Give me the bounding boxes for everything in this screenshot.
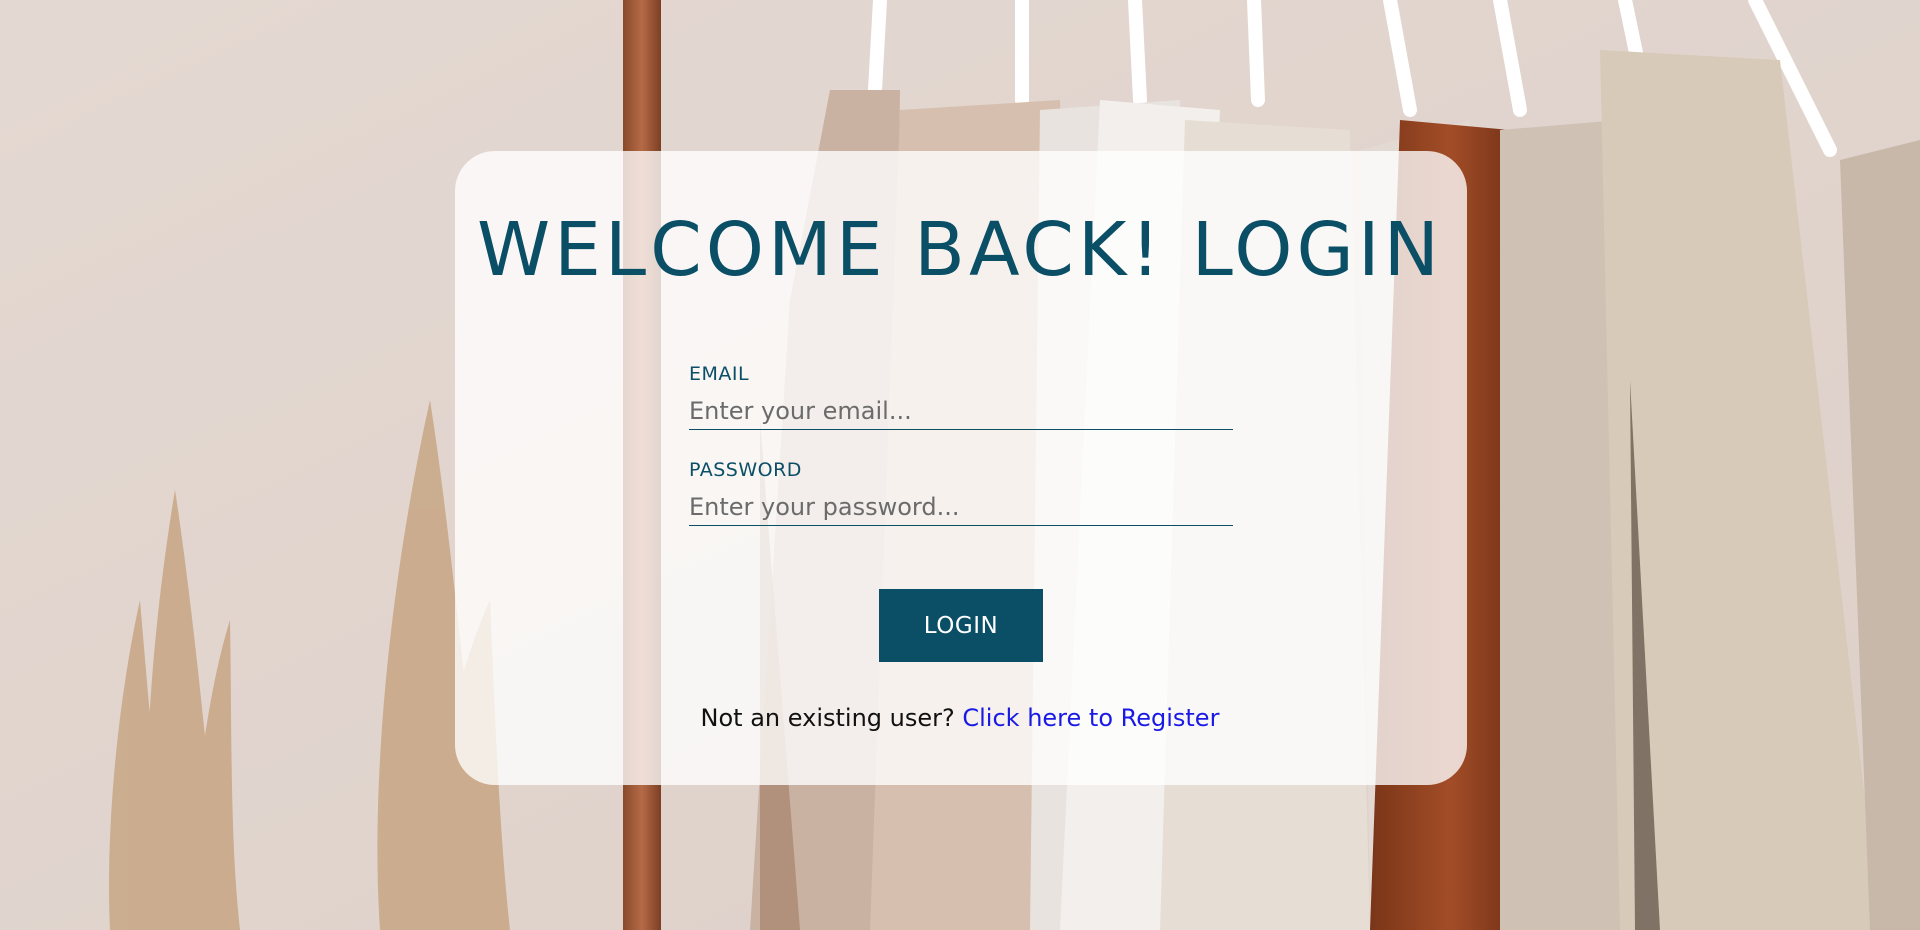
register-prompt: Not an existing user? Click here to Regi… xyxy=(0,701,1920,735)
register-prompt-text: Not an existing user? xyxy=(700,704,955,732)
login-button[interactable]: LOGIN xyxy=(879,589,1043,662)
email-label: EMAIL xyxy=(689,363,750,385)
password-field[interactable] xyxy=(689,492,1233,526)
page-title: WELCOME BACK! LOGIN xyxy=(476,207,1444,293)
email-field[interactable] xyxy=(689,396,1233,430)
field-spacer xyxy=(689,430,1233,458)
login-form: EMAIL PASSWORD xyxy=(689,362,1233,526)
register-link[interactable]: Click here to Register xyxy=(962,704,1219,732)
password-label: PASSWORD xyxy=(689,459,802,481)
